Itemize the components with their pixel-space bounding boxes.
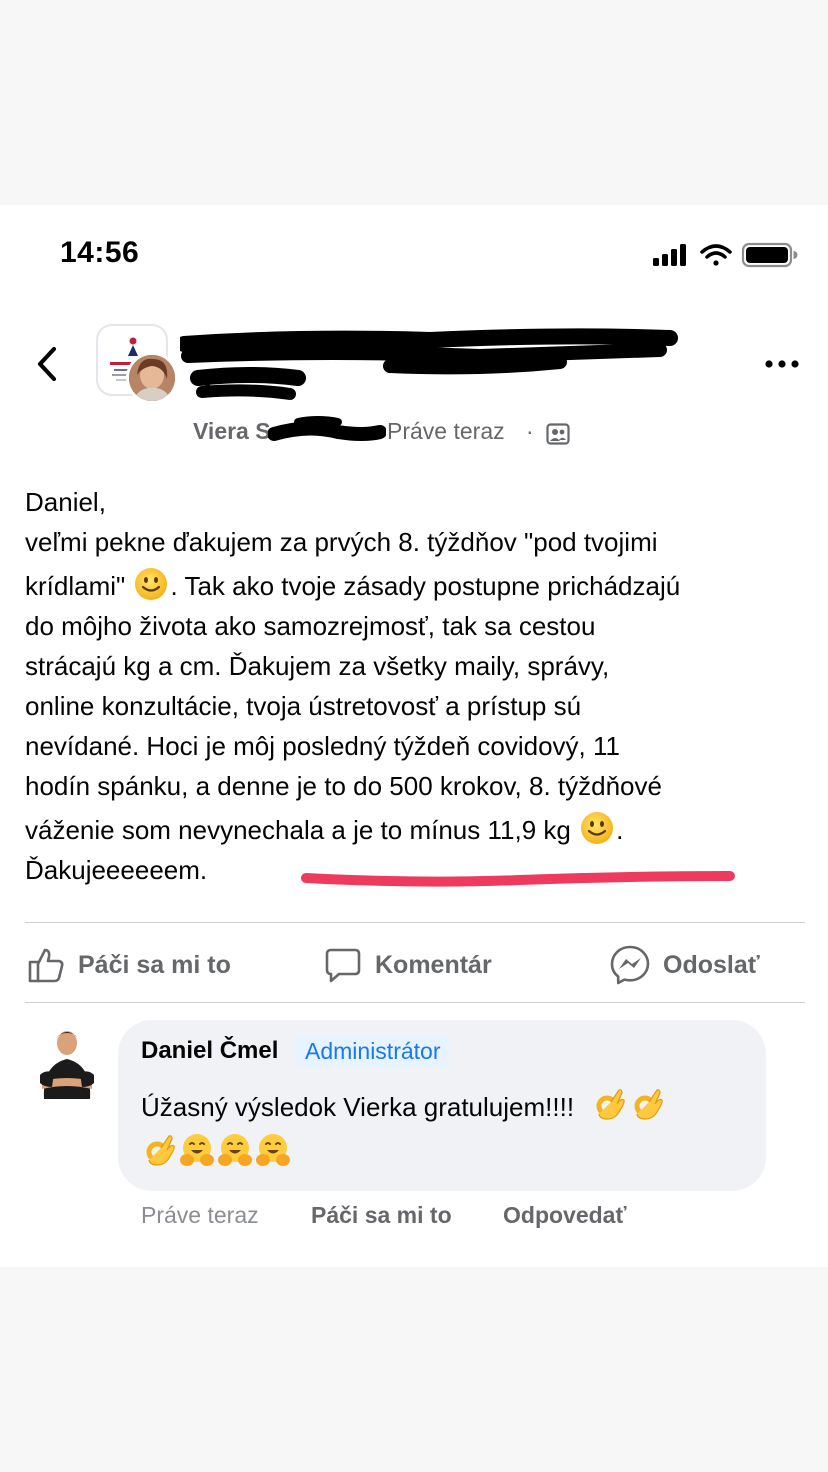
more-dots-icon: [765, 360, 799, 368]
ok-hand-icon: [146, 1135, 175, 1166]
admin-badge: Administrátor: [296, 1035, 450, 1067]
post-line: Daniel,: [25, 487, 106, 517]
highlight-underline: [301, 871, 735, 887]
top-band: [0, 0, 828, 205]
ok-hand-icon: [634, 1089, 664, 1120]
battery-icon: [741, 242, 798, 268]
comment-text: Úžasný výsledok Vierka gratulujem!!!!: [141, 1084, 667, 1176]
comment-like-button[interactable]: Páči sa mi to: [311, 1202, 452, 1229]
post-line: strácajú kg a cm. Ďakujem za všetky mail…: [25, 651, 610, 681]
post-line-part: . Tak ako tvoje zásady postupne prichádz…: [170, 571, 681, 601]
divider: [25, 922, 805, 923]
members-icon: [546, 423, 570, 445]
wifi-icon: [700, 244, 732, 266]
group-name[interactable]: ıı a: [192, 335, 230, 366]
post-line: krídlami" . Tak ako tvoje zásady postupn…: [25, 566, 815, 606]
speech-bubble-icon: [325, 948, 361, 983]
post-line: veľmi pekne ďakujem za prvých 8. týždňov…: [25, 527, 658, 557]
comment-label: Komentár: [375, 950, 492, 979]
back-button[interactable]: [28, 342, 68, 386]
hugging-face-icon: [180, 1134, 214, 1166]
ok-hand-icon: [596, 1089, 626, 1120]
send-label: Odoslať: [663, 950, 760, 979]
author-avatar[interactable]: [126, 352, 178, 404]
comment-button[interactable]: Komentár: [323, 940, 492, 990]
comment-reply-button[interactable]: Odpovedať: [503, 1202, 626, 1229]
meta-separator: ·: [526, 418, 534, 444]
like-label: Páči sa mi to: [78, 950, 231, 979]
signal-icon: [653, 244, 686, 266]
commenter-name[interactable]: Daniel Čmel: [141, 1037, 278, 1065]
bottom-band: [0, 1267, 828, 1472]
commenter-avatar[interactable]: [36, 1025, 98, 1099]
post-line: nevídané. Hoci je môj posledný týždeň co…: [25, 731, 620, 761]
status-time: 14:56: [60, 236, 140, 269]
post-line: hodín spánku, a denne je to do 500 kroko…: [25, 771, 662, 801]
slightly-smiling-face-icon: [135, 568, 168, 600]
like-button[interactable]: Páči sa mi to: [26, 940, 231, 990]
comment-text-content: Úžasný výsledok Vierka gratulujem!!!!: [141, 1092, 575, 1122]
more-options-button[interactable]: [764, 356, 800, 372]
group-name-line2[interactable]: ž: [198, 373, 212, 404]
divider: [25, 1002, 805, 1003]
post-text: Daniel, veľmi pekne ďakujem za prvých 8.…: [25, 482, 815, 890]
post-line-part: váženie som nevynechala a je to mínus 11…: [25, 815, 571, 845]
post-line: online konzultácie, tvoja ústretovosť a …: [25, 691, 582, 721]
chevron-left-icon: [37, 346, 57, 382]
send-button[interactable]: Odoslať: [609, 940, 760, 990]
post-line: váženie som nevynechala a je to mínus 11…: [25, 810, 815, 850]
status-icons: [653, 242, 798, 268]
slightly-smiling-face-icon: [581, 812, 614, 844]
author-name[interactable]: Viera S: [193, 418, 271, 444]
hugging-face-icon: [218, 1134, 252, 1166]
hugging-face-icon: [256, 1134, 290, 1166]
post-line: do môjho života ako samozrejmosť, tak sa…: [25, 611, 596, 641]
messenger-icon: [610, 945, 650, 985]
post-line-part: krídlami": [25, 571, 126, 601]
post-line-part: .: [616, 815, 624, 845]
comment-time[interactable]: Práve teraz: [141, 1202, 259, 1229]
post-time[interactable]: Práve teraz: [387, 418, 505, 445]
post-meta: Viera S Práve teraz ·: [193, 418, 593, 448]
thumbs-up-icon: [28, 948, 64, 983]
author-photo: [129, 355, 175, 401]
